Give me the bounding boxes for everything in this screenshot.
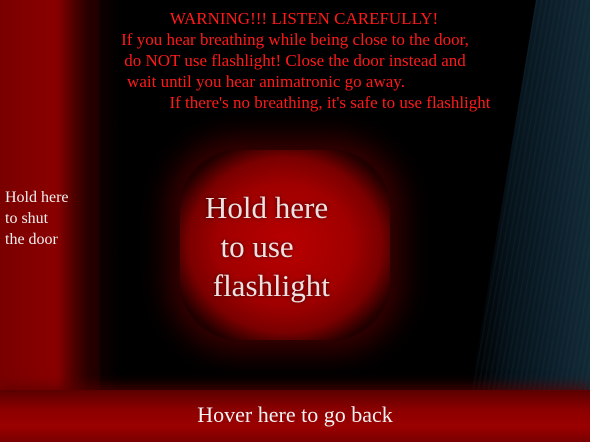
warning-line: wait until you hear animatronic go away.: [127, 72, 405, 91]
shut-door-label: Hold here to shut the door: [5, 189, 69, 248]
warning-line: WARNING!!! LISTEN CAREFULLY!: [169, 9, 439, 28]
warning-message: WARNING!!! LISTEN CAREFULLY! If you hear…: [60, 8, 530, 113]
warning-line: If there's no breathing, it's safe to us…: [169, 93, 491, 112]
go-back-button[interactable]: [0, 390, 590, 442]
flashlight-button[interactable]: [180, 150, 390, 340]
office-scene: WARNING!!! LISTEN CAREFULLY! If you hear…: [0, 0, 590, 442]
warning-line: do NOT use flashlight! Close the door in…: [124, 51, 466, 70]
warning-line: If you hear breathing while being close …: [121, 30, 469, 49]
